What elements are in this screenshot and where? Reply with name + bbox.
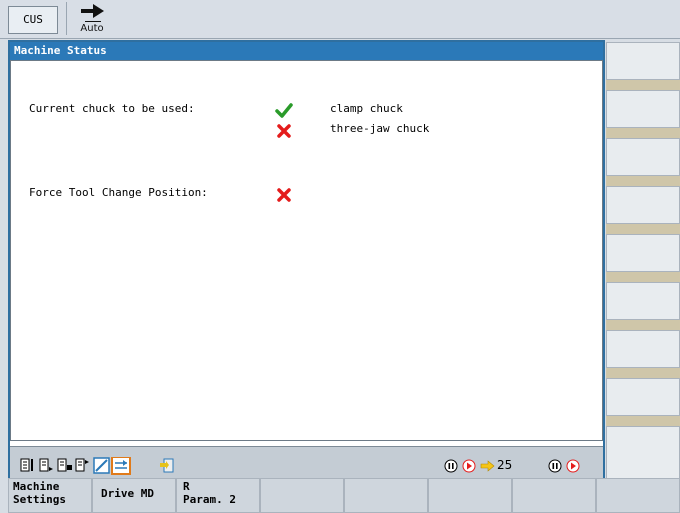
operating-mode-label: Auto [80,23,104,34]
softkey-machine-settings[interactable]: Machine Settings [8,478,92,513]
softkey-label-line1: R [183,480,190,493]
softkey-v2[interactable] [606,90,680,128]
softkey-h5[interactable] [344,478,428,513]
softkey-label-line1: Machine [13,480,60,493]
status-icon-bar: 25 [10,446,603,481]
softkey-r-param-2[interactable]: R Param. 2 [176,478,260,513]
force-tool-change-label: Force Tool Change Position: [29,186,208,199]
spindle-start-icon [462,459,476,473]
softkey-drive-md[interactable]: Drive MD [92,478,176,513]
softkey-label-line1: Drive MD [101,487,154,500]
softkey-h6[interactable] [428,478,512,513]
softkey-label-line2: Param. 2 [183,493,236,506]
spindle-stop-icon [444,459,458,473]
softkey-separator [606,320,680,330]
softkey-h7[interactable] [512,478,596,513]
softkey-label-line2: Settings [13,493,66,506]
current-chuck-label: Current chuck to be used: [29,102,195,115]
feed-arrow-icon [480,460,495,472]
softkey-separator [606,416,680,426]
feed-start-icon [566,459,580,473]
softkey-separator [606,272,680,282]
softkey-v6[interactable] [606,282,680,320]
spindle-feed-status-icons [444,459,580,473]
softkey-separator [606,176,680,186]
program-control-icons [20,457,174,475]
chuck-option-clamp: clamp chuck [330,102,403,115]
rapid-override-icon [111,457,131,475]
dry-run-icon [93,457,110,474]
softkey-v9[interactable] [606,426,680,479]
machine-status-window: Machine Status Current chuck to be used:… [8,40,605,483]
cross-icon [277,188,291,202]
softkey-v3[interactable] [606,138,680,176]
feed-stop-icon [548,459,562,473]
softkey-h8[interactable] [596,478,680,513]
mode-label: CUS [23,13,43,26]
check-icon [275,103,293,118]
softkey-v1[interactable] [606,42,680,80]
softkey-h4[interactable] [260,478,344,513]
window-content: Current chuck to be used: clamp chuck th… [10,60,603,441]
softkey-separator [606,368,680,378]
chuck-option-three-jaw: three-jaw chuck [330,122,430,135]
softkey-separator [606,224,680,234]
feed-override-value: 25 [497,458,513,472]
reference-point-icon [160,458,174,473]
optional-stop-icon [75,458,89,472]
vertical-softkey-bar [606,42,680,479]
softkey-v5[interactable] [606,234,680,272]
horizontal-softkey-bar: Machine Settings Drive MD R Param. 2 [8,478,680,513]
softkey-v8[interactable] [606,378,680,416]
single-block-icon [39,458,53,472]
window-title: Machine Status [10,42,603,60]
divider [85,21,101,22]
softkey-separator [606,80,680,90]
top-status-bar: CUS Auto [0,0,680,39]
softkey-v4[interactable] [606,186,680,224]
softkey-v7[interactable] [606,330,680,368]
operating-mode-auto: Auto [66,2,117,35]
softkey-separator [606,128,680,138]
cross-icon [277,124,291,138]
mode-indicator: CUS [8,6,58,34]
block-skip-icon [57,458,72,472]
program-block-icon [20,458,33,472]
arrow-right-icon [81,4,104,18]
